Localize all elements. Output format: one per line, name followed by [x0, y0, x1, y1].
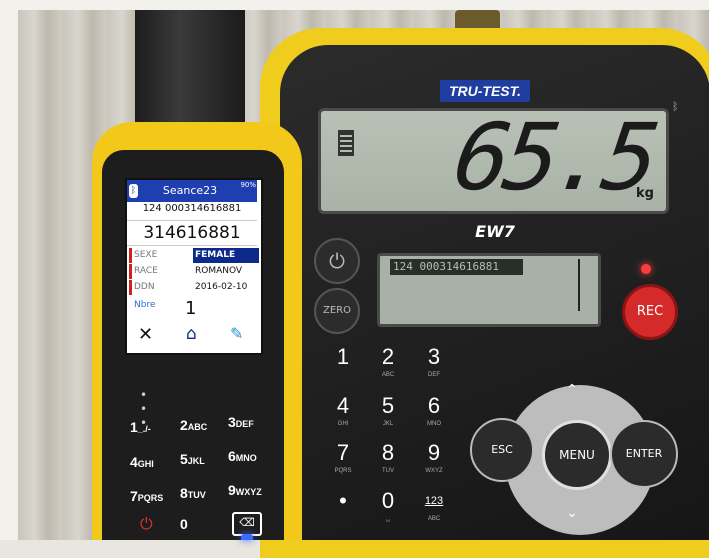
reader-key-4[interactable]: 4GHI: [130, 450, 174, 474]
key-9[interactable]: 9 WXYZ: [414, 440, 454, 484]
key-dot[interactable]: •: [323, 488, 363, 532]
power-button[interactable]: ⏻: [314, 238, 360, 284]
key-0[interactable]: 0 ␣: [368, 488, 408, 532]
weight-value: 65.5: [447, 104, 661, 211]
field-label-sexe: SEXE: [129, 248, 192, 263]
rec-button[interactable]: REC: [622, 284, 678, 340]
secondary-display-text: 124 000314616881: [390, 259, 523, 275]
visual-tag: 314616881: [127, 220, 257, 246]
reader-key-7[interactable]: 7PQRS: [130, 484, 174, 508]
key-3[interactable]: 3 DEF: [414, 344, 454, 388]
reader-key-5[interactable]: 5JKL: [180, 447, 224, 471]
battery-icon: [338, 130, 354, 156]
reader-key-2[interactable]: 2ABC: [180, 413, 224, 437]
key-123-abc[interactable]: 123 ABC: [414, 488, 454, 532]
soft-key-dots[interactable]: • • •: [140, 388, 250, 430]
reader-key-6[interactable]: 6MNO: [228, 444, 272, 468]
battery-level: 90%: [240, 181, 256, 189]
reader-key-0[interactable]: 0: [180, 512, 224, 536]
key-6[interactable]: 6 MNO: [414, 393, 454, 437]
reader-key-1[interactable]: 1_./-: [130, 415, 174, 439]
key-2[interactable]: 2 ABC: [368, 344, 408, 388]
display-scrollbar: [578, 259, 586, 311]
esc-button[interactable]: ESC: [470, 418, 534, 482]
key-5[interactable]: 5 JKL: [368, 393, 408, 437]
field-value-sexe[interactable]: FEMALE: [193, 248, 259, 263]
down-arrow-button[interactable]: ⌄: [562, 505, 582, 521]
brand-logo: TRU-TEST.: [440, 80, 530, 102]
close-icon[interactable]: ✕: [138, 324, 156, 345]
edit-icon[interactable]: ✎: [230, 324, 250, 344]
reader-power-icon[interactable]: ⏻: [140, 514, 160, 534]
reader-key-3[interactable]: 3DEF: [228, 410, 272, 434]
key-8[interactable]: 8 TUV: [368, 440, 408, 484]
backspace-icon[interactable]: ⌫: [232, 512, 262, 536]
key-7[interactable]: 7 PQRS: [323, 440, 363, 484]
model-label: EW7: [475, 222, 515, 241]
reader-status-led: [241, 534, 253, 540]
field-value-ddn[interactable]: 2016-02-10: [193, 280, 259, 295]
bluetooth-icon: ᛒ: [129, 184, 138, 198]
photo-border: [0, 0, 709, 10]
eid-number: 124 000314616881: [142, 203, 242, 214]
count-value: 1: [185, 298, 197, 319]
reader-key-8[interactable]: 8TUV: [180, 481, 224, 505]
weight-unit: kg: [636, 186, 654, 201]
key-4[interactable]: 4 GHI: [323, 393, 363, 437]
zero-button[interactable]: ZERO: [314, 288, 360, 334]
status-led: [641, 264, 651, 274]
up-arrow-button[interactable]: ⌃: [562, 382, 582, 398]
session-name: Seance23: [162, 184, 218, 197]
enter-button[interactable]: ENTER: [610, 420, 678, 488]
field-value-race[interactable]: ROMANOV: [193, 264, 259, 279]
bluetooth-icon: ᛒ: [672, 100, 679, 113]
reader-key-9[interactable]: 9WXYZ: [228, 478, 272, 502]
photo-border: [0, 0, 18, 540]
count-label: Nbre: [134, 300, 156, 310]
home-icon[interactable]: ⌂: [186, 324, 206, 344]
field-label-race: RACE: [129, 264, 192, 279]
field-label-ddn: DDN: [129, 280, 192, 295]
menu-button[interactable]: MENU: [542, 420, 612, 490]
key-1[interactable]: 1: [323, 344, 363, 388]
